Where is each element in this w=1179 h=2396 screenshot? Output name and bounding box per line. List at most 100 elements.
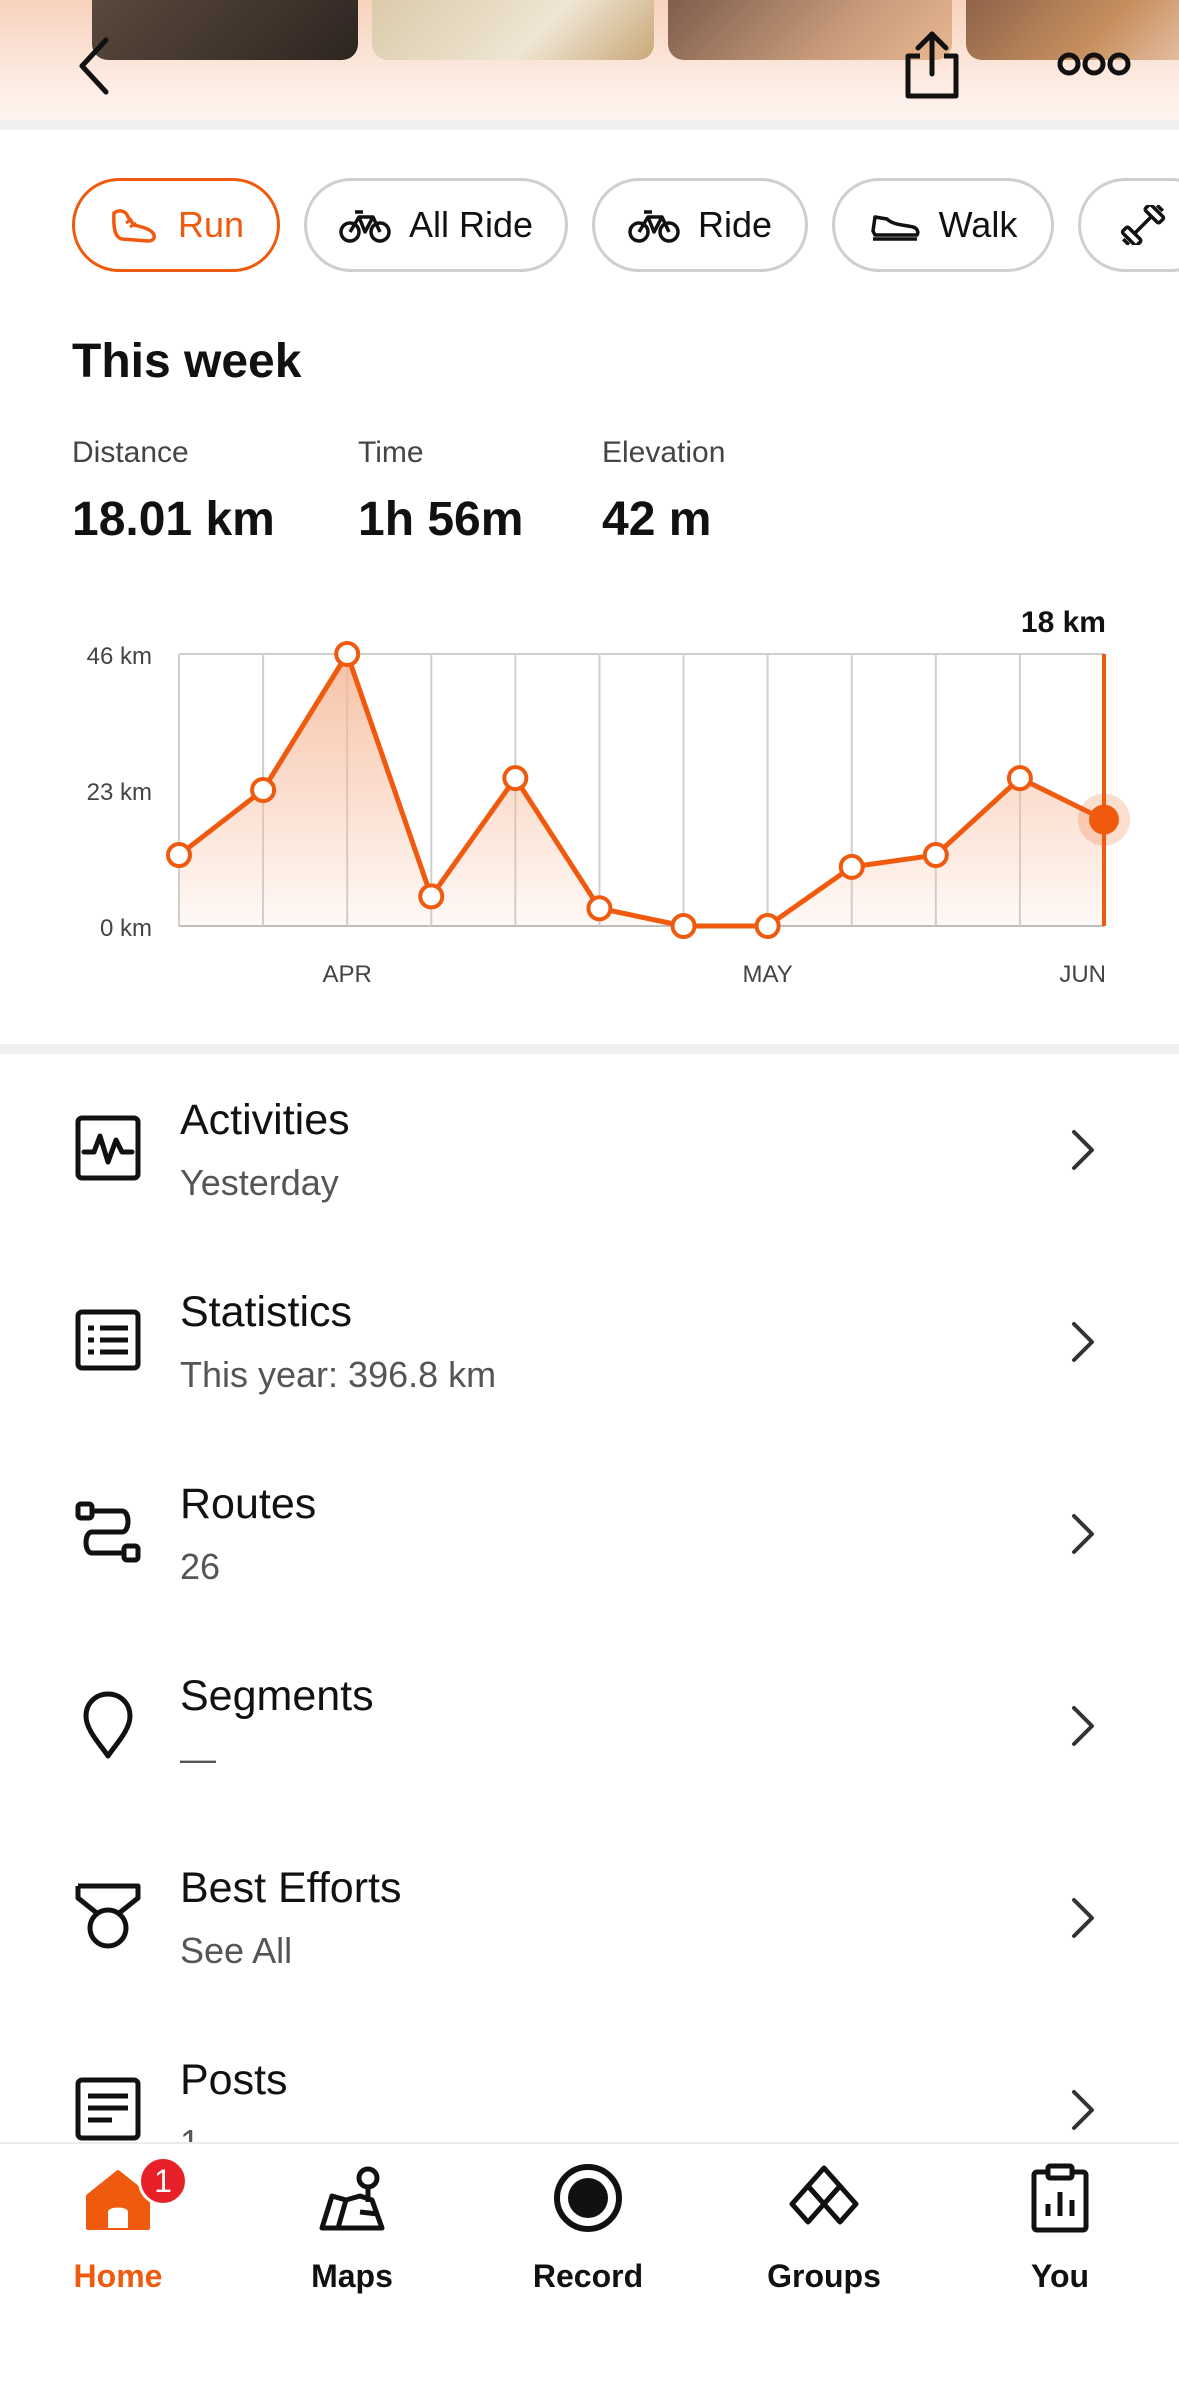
chevron-left-icon [79,37,109,95]
filter-chip-label: Ride [697,204,773,245]
chevron-right-icon [1072,1898,1094,1938]
menu-item-subtitle: See All [180,1930,293,1971]
menu-item-subtitle: Yesterday [180,1162,339,1203]
menu-item-posts[interactable]: Posts 1 [0,2014,1179,2142]
menu-item-title: Activities [180,1096,350,1144]
profile-menu-list: Activities Yesterday Statistics This yea… [0,1054,1179,2142]
chevron-right-icon [1072,1322,1094,1362]
medal-icon [75,1883,141,1949]
stat-value: 1h 56m [358,493,524,546]
filter-chip-walk[interactable]: Walk [832,178,1054,272]
data-point [586,895,613,922]
menu-item-routes[interactable]: Routes 26 [0,1438,1179,1630]
sport-filter-bar: Run All Ride Ride Walk [0,178,1179,274]
data-point [838,853,865,880]
filter-chip-ride[interactable]: Ride [592,178,808,272]
data-point [670,913,697,939]
x-tick-label: APR [323,961,372,988]
tab-you[interactable]: You [980,2162,1140,2322]
data-point [250,777,277,803]
data-point [166,842,192,869]
share-button[interactable] [896,28,968,102]
filter-chip-workout[interactable] [1078,178,1179,272]
header-photo-1 [92,0,358,60]
chevron-right-icon [1072,2090,1094,2130]
chevron-right-icon [1072,1706,1094,1746]
menu-item-subtitle: 26 [180,1546,221,1587]
tab-groups[interactable]: Groups [744,2162,904,2322]
share-icon [905,31,959,99]
stat-distance: Distance 18.01 km [72,436,275,547]
menu-item-segments[interactable]: Segments — [0,1630,1179,1822]
menu-item-best-efforts[interactable]: Best Efforts See All [0,1822,1179,2014]
groups-icon [789,2165,859,2225]
tab-label: Home [73,2258,163,2294]
profile-header [0,0,1179,124]
you-clipboard-icon [1031,2163,1089,2233]
bike-icon [628,210,680,243]
menu-item-title: Statistics [180,1288,353,1336]
walk-shoe-icon [870,215,920,241]
maps-icon [319,2166,385,2231]
stat-value: 42 m [602,493,712,546]
selected-value-label: 18 km [1021,606,1106,639]
tab-label: Maps [311,2258,393,2294]
selected-data-point [1089,804,1119,835]
data-point [418,883,445,910]
stat-label: Time [358,436,424,469]
data-point [502,765,529,792]
menu-item-subtitle: — [180,1738,216,1779]
tab-maps[interactable]: Maps [272,2162,432,2322]
data-point [1006,765,1033,792]
section-divider [0,1044,1179,1054]
filter-chip-run[interactable]: Run [72,178,280,272]
menu-item-title: Posts [180,2056,288,2104]
stat-elevation: Elevation 42 m [602,436,725,547]
routes-icon [75,1501,141,1563]
dumbbell-icon [1120,205,1166,245]
activity-pulse-icon [75,1115,141,1181]
series-area [179,654,1104,926]
stat-value: 18.01 km [72,493,275,546]
back-button[interactable] [70,34,118,98]
week-title: This week [72,335,302,388]
filter-chip-label: Walk [938,204,1018,245]
filter-chip-label: All Ride [408,204,534,245]
tab-label: You [1030,2258,1090,2294]
more-dots-icon [1057,52,1131,76]
menu-item-subtitle: 1 [180,2122,200,2142]
menu-item-title: Segments [180,1672,374,1720]
notification-badge: 1 [138,2156,188,2206]
tab-record[interactable]: Record [508,2162,668,2322]
tab-home[interactable]: 1 Home [38,2156,198,2322]
posts-icon [75,2077,141,2141]
header-divider [0,120,1179,130]
chevron-right-icon [1072,1130,1094,1170]
data-point [334,641,361,667]
tab-label: Groups [767,2258,881,2294]
bottom-tab-bar: 1 Home Maps Record Groups You [0,2142,1179,2396]
menu-item-statistics[interactable]: Statistics This year: 396.8 km [0,1246,1179,1438]
menu-item-title: Best Efforts [180,1864,402,1912]
filter-chip-all-ride[interactable]: All Ride [304,178,568,272]
y-tick-label: 23 km [87,779,152,806]
record-icon [554,2164,622,2232]
tab-label: Record [532,2258,644,2294]
bike-icon [339,210,391,243]
y-tick-label: 0 km [100,915,152,942]
chevron-right-icon [1072,1514,1094,1554]
x-tick-label: MAY [743,961,793,988]
map-pin-icon [83,1691,133,1759]
menu-item-title: Routes [180,1480,317,1528]
stat-label: Elevation [602,436,726,469]
menu-item-subtitle: This year: 396.8 km [180,1354,497,1395]
stat-label: Distance [72,436,189,469]
more-button[interactable] [1054,46,1134,82]
menu-item-activities[interactable]: Activities Yesterday [0,1054,1179,1246]
header-photo-2 [372,0,654,60]
shoe-icon [112,209,156,243]
weekly-distance-chart[interactable]: 0 km 23 km 46 km APR MAY JUN 18 km [0,596,1179,1006]
stat-time: Time 1h 56m [358,436,523,547]
statistics-list-icon [75,1309,141,1371]
x-tick-label: JUN [1059,961,1106,988]
